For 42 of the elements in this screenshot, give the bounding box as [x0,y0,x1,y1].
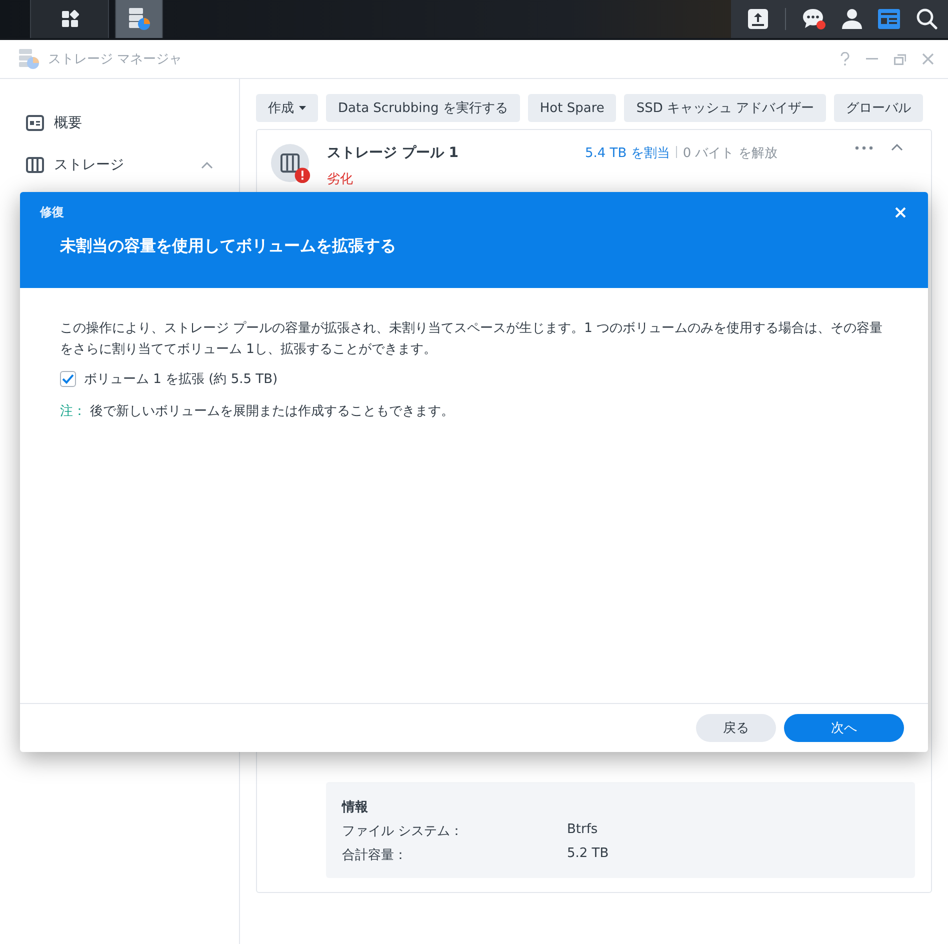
storage-app-icon [127,6,151,32]
note-text: 注： 後で新しいボリュームを展開または作成することもできます。 [60,403,456,420]
allocated-size: 5.4 TB を割当 [585,146,670,161]
storage-pool-warning-icon [271,144,311,184]
info-value: Btrfs [567,822,598,839]
toolbar-button[interactable]: グローバル [834,94,924,122]
more-icon[interactable] [855,146,873,150]
user-icon[interactable] [842,8,862,30]
main-menu-button[interactable] [30,0,109,38]
next-button[interactable]: 次へ [784,714,904,742]
info-title: 情報 [342,799,369,816]
toolbar-button[interactable]: Hot Spare [528,94,616,122]
toolbar-button[interactable]: Data Scrubbing を実行する [326,94,520,122]
window-title: ストレージ マネージャ [48,51,182,68]
back-button[interactable]: 戻る [696,714,776,742]
checkbox-label: ボリューム 1 を拡張 (約 5.5 TB) [84,371,278,388]
dialog-title: 修復 [40,204,64,220]
free-size: 0 バイト を解放 [682,146,778,161]
collapse-caret-icon[interactable] [891,144,903,151]
pool-status: 劣化 [327,171,354,188]
sidebar-item[interactable]: 概要 [12,105,227,141]
info-label: ファイル システム： [342,823,464,840]
caret-icon [299,106,306,110]
dialog-heading: 未割当の容量を使用してボリュームを拡張する [60,236,397,257]
toolbar-button[interactable]: SSD キャッシュ アドバイザー [624,94,826,122]
widget-panel-icon[interactable] [878,9,900,29]
taskbar-app-button[interactable] [115,0,163,38]
info-value: 5.2 TB [567,846,609,863]
toolbar-button[interactable]: 作成 [256,94,318,122]
info-label: 合計容量： [342,847,408,864]
sidebar-item[interactable]: ストレージ [12,147,227,183]
checkbox[interactable] [60,371,76,387]
grid-icon [60,10,78,28]
search-icon[interactable] [916,8,938,30]
description-text: この操作により、ストレージ プールの容量が拡張され、未割り当てスペースが生じます。1 つのボリュームのみを使用する場合は、その容量をさらに割り当ててボリューム 1し、拡張することができます。 [60,320,884,359]
storage-app-icon [18,48,40,70]
overview-icon [26,115,44,131]
upload-icon[interactable] [747,8,769,30]
collapse-caret-icon[interactable] [201,162,213,168]
storage-icon [26,157,44,173]
pool-name: ストレージ プール 1 [327,144,458,162]
chat-notification-icon[interactable] [802,8,826,30]
